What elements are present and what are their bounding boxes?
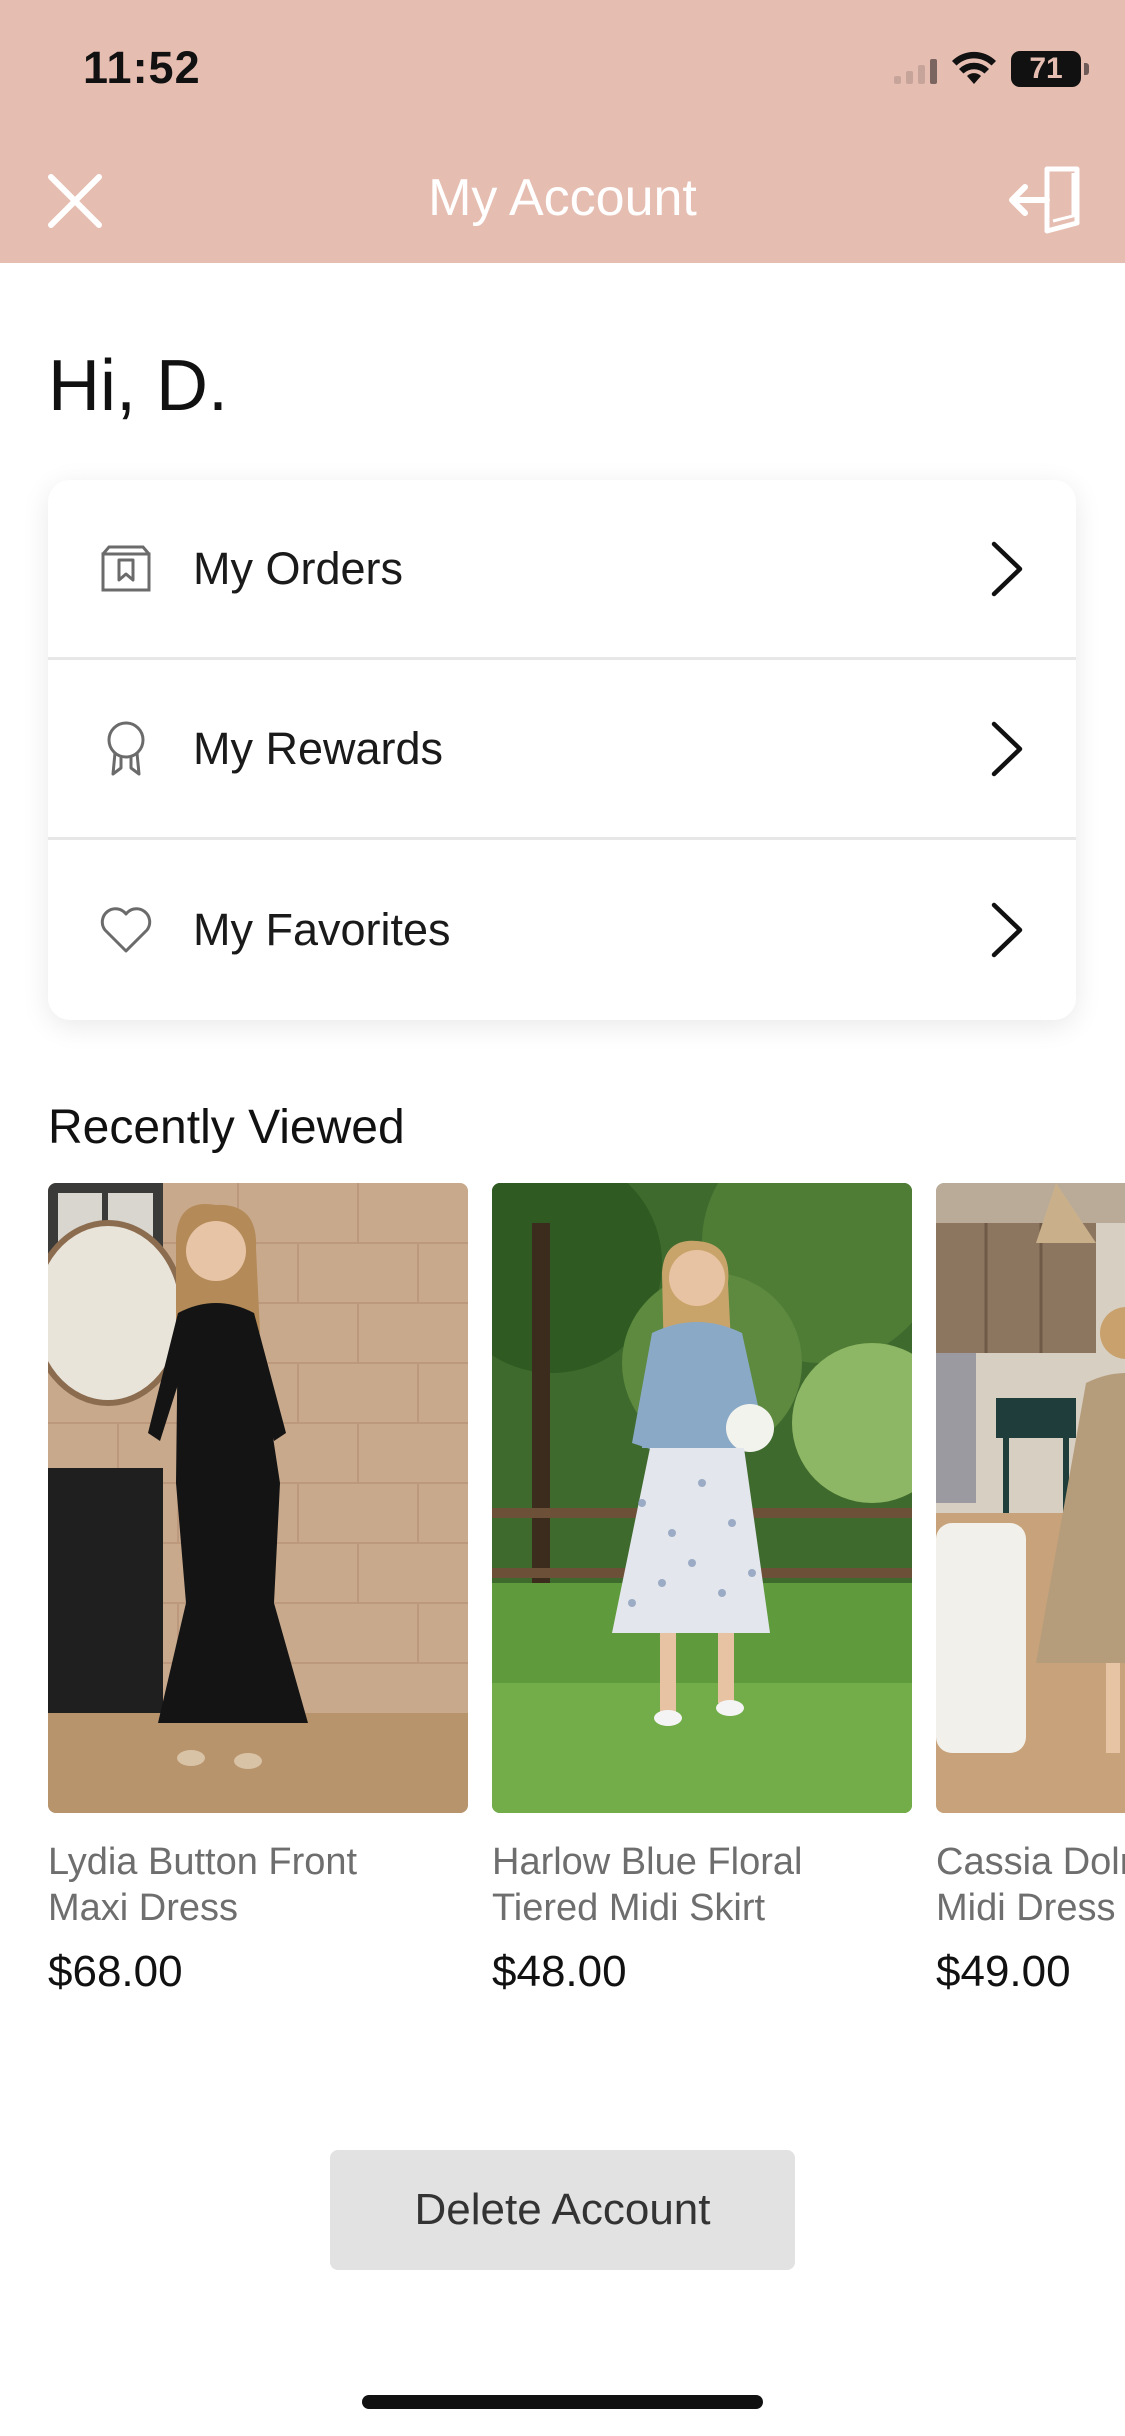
- greeting: Hi, D.: [48, 346, 228, 426]
- account-menu: My Orders My Rewards My Favorites: [48, 480, 1076, 1020]
- product-price: $68.00: [48, 1947, 183, 1996]
- product-name[interactable]: Harlow Blue Floral Tiered Midi Skirt: [492, 1839, 912, 1931]
- product-image[interactable]: [936, 1183, 1125, 1813]
- status-icons: 71: [894, 48, 1089, 90]
- heart-icon: [98, 902, 154, 958]
- menu-item-rewards[interactable]: My Rewards: [48, 660, 1076, 840]
- page-title: My Account: [428, 169, 697, 227]
- cellular-signal-icon: [894, 54, 937, 84]
- product-image[interactable]: [492, 1183, 912, 1813]
- product-card[interactable]: Cassia Dolman Midi Dress $49.00: [936, 1183, 1125, 1997]
- logout-icon: [1009, 166, 1080, 234]
- box-icon: [98, 541, 154, 597]
- status-time: 11:52: [83, 42, 201, 93]
- product-name[interactable]: Lydia Button Front Maxi Dress: [48, 1839, 468, 1931]
- menu-item-label: My Orders: [193, 542, 404, 594]
- chevron-right-icon: [986, 900, 1026, 960]
- delete-account-button[interactable]: Delete Account: [330, 2150, 795, 2270]
- battery-icon: 71: [1011, 51, 1089, 87]
- product-price: $48.00: [492, 1947, 627, 1996]
- menu-item-label: My Rewards: [193, 722, 444, 774]
- home-indicator[interactable]: [362, 2395, 763, 2409]
- wifi-icon: [952, 51, 996, 84]
- product-image[interactable]: [48, 1183, 468, 1813]
- ribbon-award-icon: [98, 721, 154, 777]
- menu-item-orders[interactable]: My Orders: [48, 480, 1076, 660]
- product-price: $49.00: [936, 1947, 1071, 1996]
- product-card[interactable]: Lydia Button Front Maxi Dress $68.00: [48, 1183, 468, 1997]
- menu-item-label: My Favorites: [193, 904, 451, 955]
- product-card[interactable]: Harlow Blue Floral Tiered Midi Skirt $48…: [492, 1183, 912, 1997]
- recently-viewed-title: Recently Viewed: [48, 1101, 405, 1154]
- app-header: 11:52 71 My Account: [0, 0, 1125, 263]
- chevron-right-icon: [986, 539, 1026, 599]
- logout-button[interactable]: [1005, 160, 1085, 240]
- menu-item-favorites[interactable]: My Favorites: [48, 840, 1076, 1020]
- chevron-right-icon: [986, 719, 1026, 779]
- recently-viewed-carousel[interactable]: Lydia Button Front Maxi Dress $68.00 Har…: [48, 1183, 1125, 2003]
- product-name[interactable]: Cassia Dolman Midi Dress: [936, 1839, 1125, 1931]
